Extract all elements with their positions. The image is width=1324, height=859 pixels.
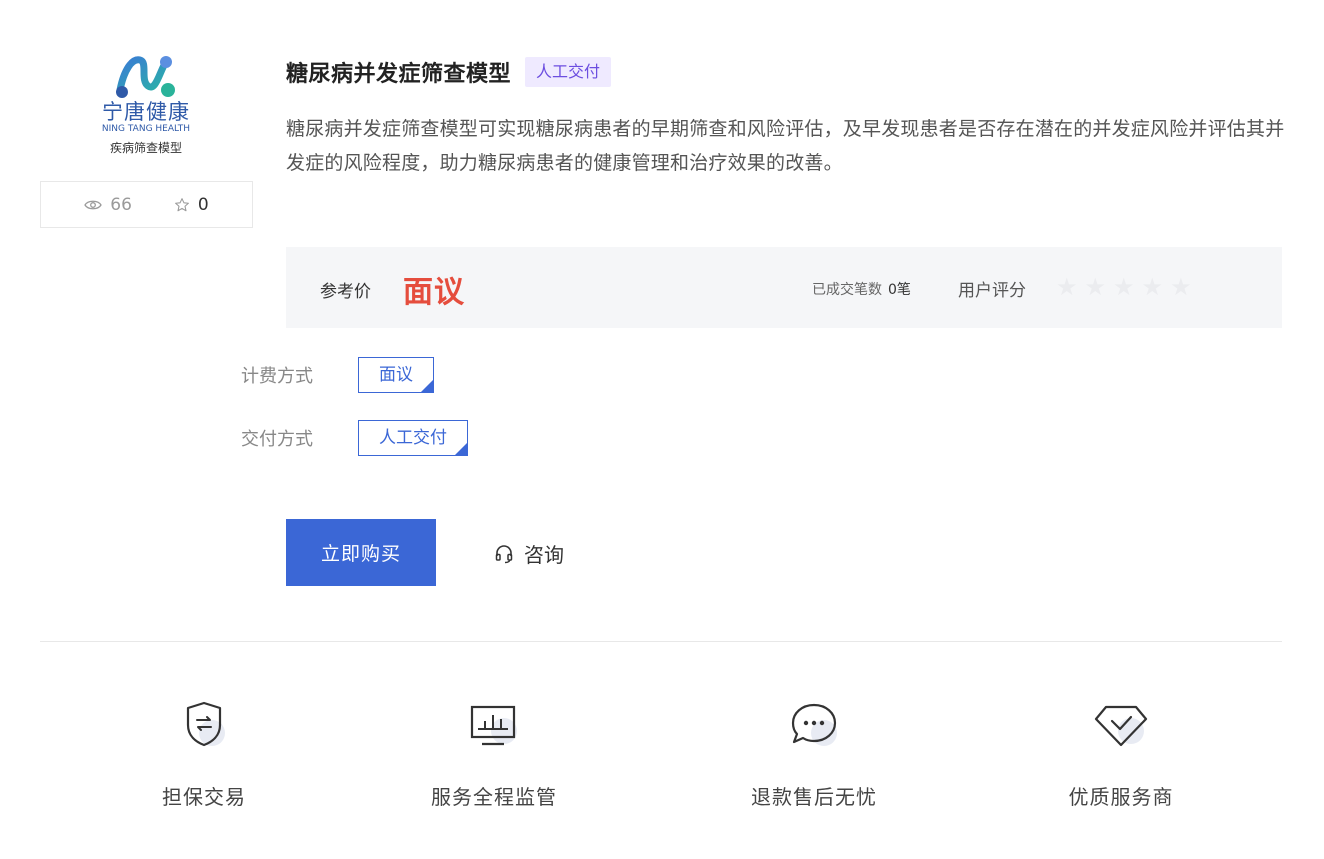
feature-label: 优质服务商 [1068,785,1174,809]
favorites-value: 0 [197,194,209,215]
consult-button[interactable]: 咨询 [494,539,564,568]
diamond-check-icon [1094,705,1148,747]
chat-bubble-icon [791,703,837,746]
billing-label: 计费方式 [241,366,313,387]
feature-label: 担保交易 [162,785,246,809]
ningtang-logo-icon [116,56,175,98]
logo-caption: 疾病筛查模型 [109,141,182,155]
delivery-tag: 人工交付 [525,57,612,87]
views-count: 66 [84,195,132,215]
consult-label: 咨询 [524,543,564,567]
favorites-count[interactable]: 0 [174,195,209,215]
feature-label: 退款售后无忧 [751,785,877,809]
delivery-option-row: 交付方式 人工交付 [241,420,468,456]
feature-service-supervision: 服务全程监管 [384,690,604,810]
deal-count-value: 0笔 [888,282,911,298]
product-header: 糖尿病并发症筛查模型 人工交付 [286,56,612,88]
rating-stars: ★ ★ ★ ★ ★ [1056,273,1192,301]
section-divider [40,641,1282,642]
price-value: 面议 [403,275,465,310]
billing-option-button[interactable]: 面议 [358,357,434,393]
brand-name-en: NING TANG HEALTH [101,124,191,134]
deal-count: 已成交笔数 0笔 [812,279,911,299]
feature-refund-aftersale: 退款售后无忧 [704,690,924,810]
eye-icon [84,200,103,209]
headset-icon [495,544,513,563]
views-value: 66 [110,194,132,215]
product-stats: 66 0 [40,181,253,228]
rating-label: 用户评分 [958,281,1026,301]
rating-star: ★ [1084,273,1107,301]
rating-star: ★ [1113,273,1135,301]
rating-star: ★ [1141,273,1164,301]
delivery-label: 交付方式 [241,429,313,450]
price-panel: 参考价 面议 已成交笔数 0笔 用户评分 ★ ★ ★ ★ ★ [286,247,1282,328]
billing-option-row: 计费方式 面议 [241,357,434,393]
rating-star: ★ [1170,273,1192,301]
product-title: 糖尿病并发症筛查模型 [286,62,512,87]
brand-name: 宁唐健康 [102,100,190,124]
service-guarantees: 担保交易 服务全程监管 退款售后无忧 优质服务商 [40,690,1282,820]
price-label: 参考价 [320,282,371,302]
feature-label: 服务全程监管 [431,785,557,809]
product-logo: 宁唐健康 NING TANG HEALTH 疾病筛查模型 [40,50,252,180]
monitor-chart-icon [470,705,517,746]
buy-now-button[interactable]: 立即购买 [286,519,436,586]
product-description: 糖尿病并发症筛查模型可实现糖尿病患者的早期筛查和风险评估，及早发现患者是否存在潜… [286,118,1285,174]
feature-guaranteed-trade: 担保交易 [94,690,314,810]
feature-quality-provider: 优质服务商 [1011,690,1231,810]
delivery-option-button[interactable]: 人工交付 [358,420,468,456]
rating-star: ★ [1056,273,1078,301]
deal-count-label: 已成交笔数 [812,282,882,298]
star-outline-icon[interactable] [174,197,190,213]
shield-exchange-icon [186,701,225,747]
